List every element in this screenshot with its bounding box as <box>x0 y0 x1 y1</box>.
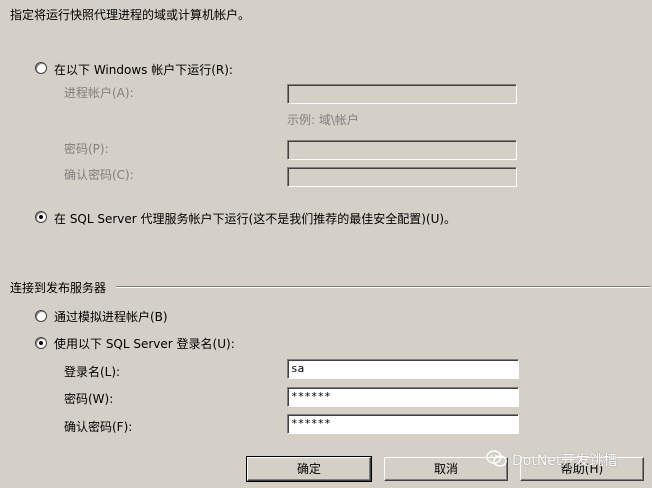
publisher-section-title: 连接到发布服务器 <box>10 281 107 295</box>
windows-password-label: 密码(P): <box>64 142 109 156</box>
login-label: 登录名(L): <box>64 365 121 379</box>
login-input[interactable]: sa <box>287 359 519 379</box>
radio-impersonate-label[interactable]: 通过模拟进程帐户(B) <box>54 308 168 325</box>
windows-confirm-password-label: 确认密码(C): <box>64 168 134 182</box>
radio-windows-account-label[interactable]: 在以下 Windows 帐户下运行(R): <box>54 61 233 78</box>
section-divider-highlight <box>116 287 650 288</box>
radio-sql-agent-account[interactable] <box>35 211 47 223</box>
ok-button[interactable]: 确定 <box>246 456 372 482</box>
radio-impersonate[interactable] <box>35 310 47 322</box>
watermark-text: DotNet开发跳槽 <box>512 453 618 469</box>
publisher-confirm-password-label: 确认密码(F): <box>64 420 133 434</box>
publisher-password-input[interactable]: ****** <box>287 387 519 407</box>
process-account-label: 进程帐户(A): <box>64 86 134 100</box>
instruction-text: 指定将运行快照代理进程的域或计算机帐户。 <box>10 8 251 22</box>
process-account-input[interactable] <box>287 84 517 104</box>
radio-sql-login[interactable] <box>35 337 47 349</box>
radio-sql-login-label[interactable]: 使用以下 SQL Server 登录名(U): <box>54 335 235 352</box>
radio-sql-agent-account-label[interactable]: 在 SQL Server 代理服务帐户下运行(这不是我们推荐的最佳安全配置)(U… <box>54 210 456 227</box>
publisher-confirm-password-input[interactable]: ****** <box>287 414 519 434</box>
windows-password-input[interactable] <box>287 140 517 160</box>
windows-confirm-password-input[interactable] <box>287 167 517 187</box>
wechat-icon <box>486 450 507 467</box>
radio-windows-account[interactable] <box>35 62 47 74</box>
publisher-password-label: 密码(W): <box>64 392 114 406</box>
example-hint: 示例: 域\帐户 <box>287 113 359 127</box>
